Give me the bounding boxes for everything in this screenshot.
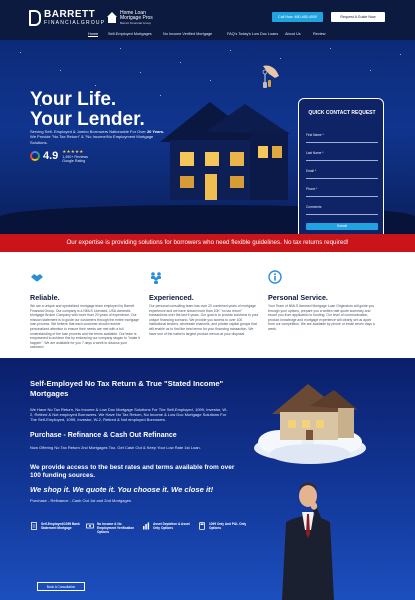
expertise-banner: Our expertise is providing solutions for… xyxy=(0,234,415,252)
nav-item-faq[interactable]: FAQ's Today's Low Doc Loans xyxy=(227,32,278,36)
form-title: QUICK CONTACT REQUEST xyxy=(308,110,376,116)
hand-key-icon xyxy=(262,65,279,88)
main-nav: Home Self-Employed Mortgages No Income V… xyxy=(0,30,415,40)
badge-1099: 1099 Only And P&L Only Options xyxy=(198,522,253,530)
section-highlight: We provide access to the best rates and … xyxy=(30,464,235,480)
thinking-businessman-image xyxy=(282,482,334,600)
hero-title: Your Life. Your Lender. xyxy=(30,89,145,130)
section-paragraph: Purchase - Refinance - Cash Out 1st and … xyxy=(30,498,131,503)
rating-value: 4.9 xyxy=(43,150,59,162)
chart-icon xyxy=(143,522,150,530)
feature-title: Personal Service. xyxy=(268,293,328,302)
feature-text: Your Team of NMLS licensed Mortgage Loan… xyxy=(268,304,375,331)
mortgage-section: Self-Employed No Tax Return & True "Stat… xyxy=(0,358,415,600)
google-rating[interactable]: 4.9 ★★★★★ 1,450+ Reviews Google Rating xyxy=(30,149,88,163)
cash-icon xyxy=(86,523,94,529)
nav-item-review[interactable]: Review xyxy=(313,32,325,36)
email-field[interactable]: Email * xyxy=(306,169,378,181)
section-slogan: We shop it. We quote it. You choose it. … xyxy=(30,485,214,494)
section-subtitle: Purchase - Refinance & Cash Out Refinanc… xyxy=(30,432,177,439)
nav-item-self-employed[interactable]: Self-Employed Mortgages xyxy=(108,32,152,36)
loan-options: Self-Employed/1099 Bank Statement Mortga… xyxy=(30,522,280,542)
section-paragraph: We Have No Tax Return, No Income & Low D… xyxy=(30,407,228,423)
partner-logo[interactable]: Home Loan Mortgage Pros Barrett Financia… xyxy=(107,11,153,25)
section-title: Self-Employed No Tax Return & True "Stat… xyxy=(30,379,224,398)
badge-asset-depletion: Asset Depletion & Asset Only Options xyxy=(142,522,197,530)
barrett-logo-icon xyxy=(29,10,41,26)
document-icon xyxy=(31,522,37,530)
feature-title: Reliable. xyxy=(30,293,60,302)
site-header: BARRETT FINANCIALGROUP Home Loan Mortgag… xyxy=(0,0,415,40)
feature-text: We are a unique and specialized mortgage… xyxy=(30,304,140,350)
nav-item-home[interactable]: Home xyxy=(88,32,99,37)
section-paragraph: Now Offering No Tax Return 2nd Mortgages… xyxy=(30,445,201,450)
call-now-button[interactable]: Call Now: 480-465-4000 xyxy=(272,12,323,22)
badge-bank-statement: Self-Employed/1099 Bank Statement Mortga… xyxy=(30,522,85,530)
hero-description: Serving Self- Employed & Jumbo Borrowers… xyxy=(30,129,165,145)
brand-sub: FINANCIALGROUP xyxy=(44,20,106,26)
feature-title: Experienced. xyxy=(149,293,194,302)
first-name-field[interactable]: First Name * xyxy=(306,133,378,145)
phone-field[interactable]: Phone * xyxy=(306,187,378,199)
google-icon xyxy=(30,151,40,161)
hero-section: Your Life. Your Lender. Serving Self- Em… xyxy=(0,40,415,234)
nav-item-about[interactable]: About Us xyxy=(285,32,301,36)
submit-button[interactable]: Submit xyxy=(306,223,378,230)
brand-name: BARRETT xyxy=(44,9,96,20)
feature-personal-service: Personal Service. Your Team of NMLS lice… xyxy=(268,270,378,332)
request-guide-button[interactable]: Request A Guide Now xyxy=(331,12,385,22)
house-illustration xyxy=(160,102,290,200)
feature-reliable: Reliable. We are a unique and specialize… xyxy=(30,270,140,350)
info-person-icon xyxy=(268,270,282,284)
comments-field[interactable]: Comments xyxy=(306,205,378,217)
calculator-icon xyxy=(199,522,205,530)
team-icon xyxy=(151,272,161,284)
feature-experienced: Experienced. Our personal consulting tea… xyxy=(149,270,259,336)
last-name-field[interactable]: Last Name * xyxy=(306,151,378,163)
partner-line3: Barrett Financial Group xyxy=(120,21,152,25)
book-consultation-button[interactable]: Book A Consultation xyxy=(37,582,85,591)
badge-no-income: No Income & No Employment Verification O… xyxy=(86,522,141,535)
rating-source: Google Rating xyxy=(62,159,86,163)
handshake-icon xyxy=(31,274,43,282)
barrett-logo[interactable]: BARRETT FINANCIALGROUP xyxy=(29,8,105,28)
feature-text: Our personal consulting team has over 20… xyxy=(149,304,259,336)
house-on-cloud-image xyxy=(254,384,366,464)
house-icon xyxy=(107,12,117,24)
quick-contact-form: QUICK CONTACT REQUEST First Name * Last … xyxy=(298,98,384,234)
nav-item-no-income[interactable]: No Income Verified Mortgage xyxy=(163,32,212,36)
